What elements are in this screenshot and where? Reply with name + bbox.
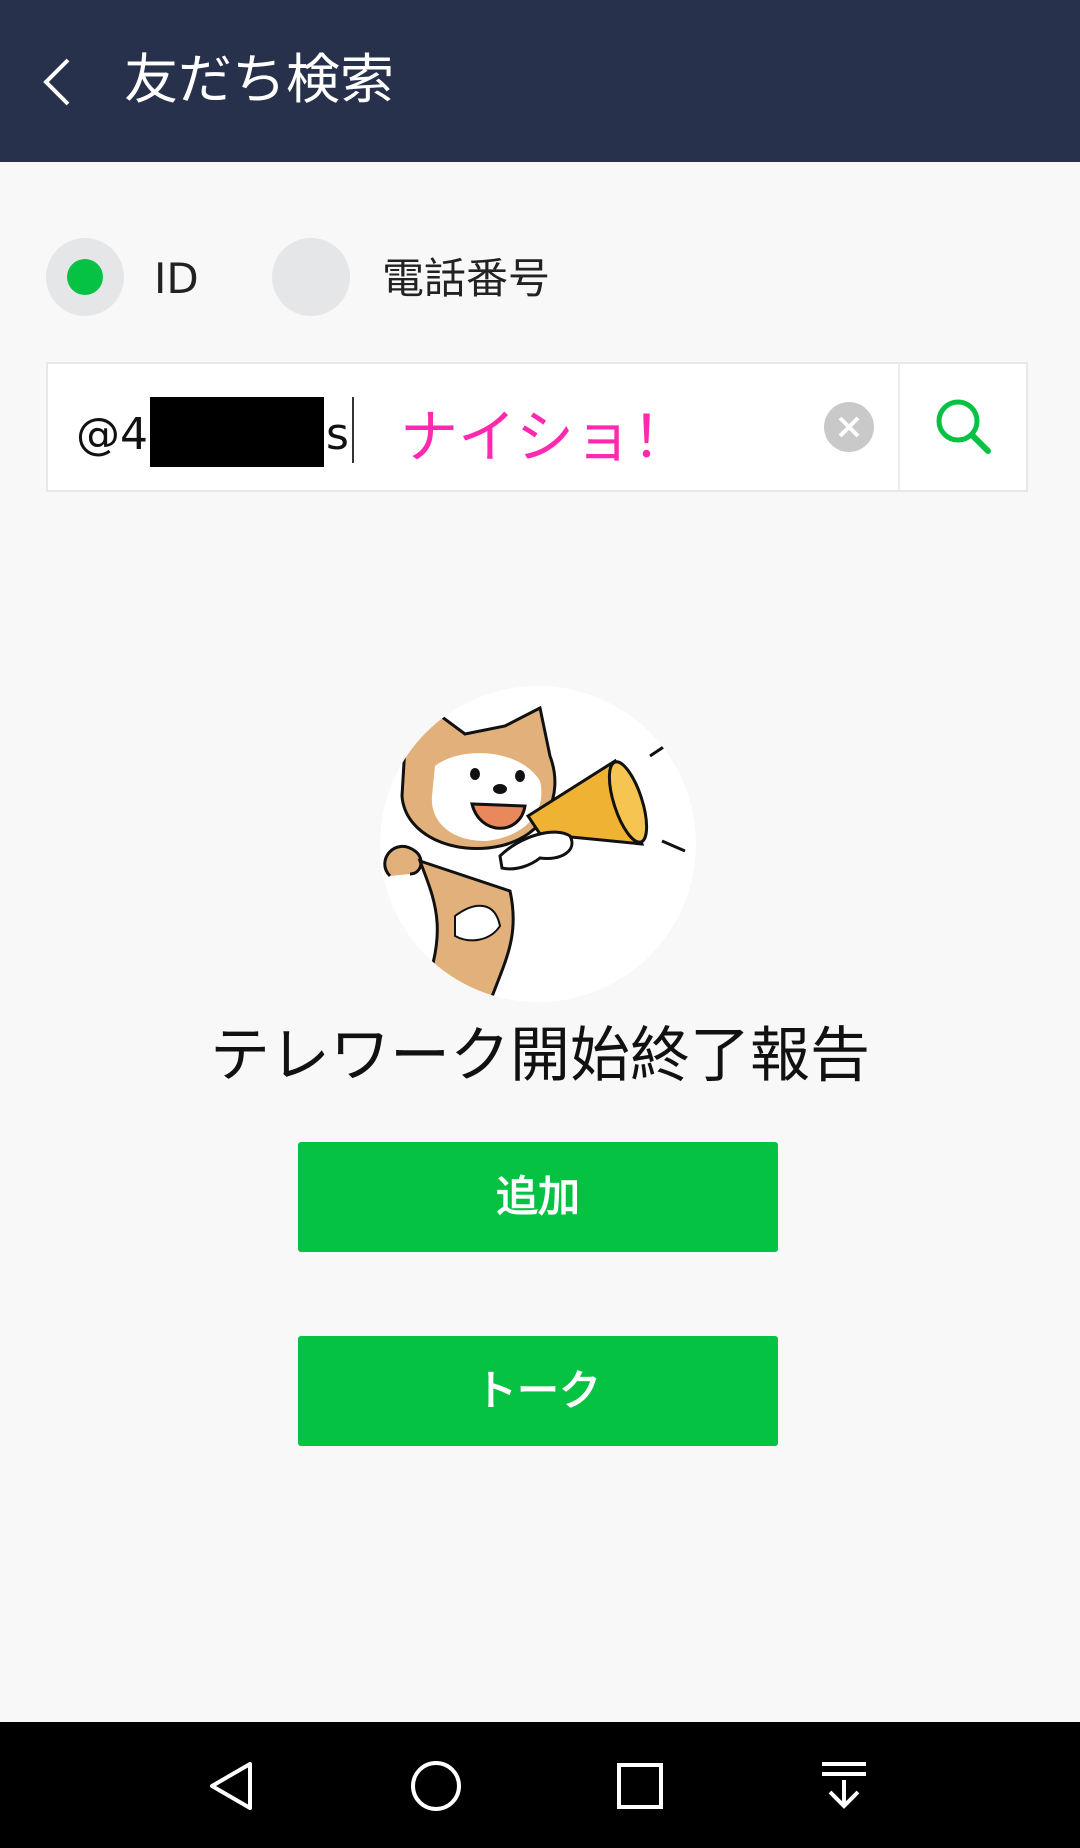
back-arrow-icon[interactable] bbox=[38, 52, 78, 112]
page-title: 友だち検索 bbox=[124, 48, 394, 111]
radio-phone-number-label[interactable]: 電話番号 bbox=[382, 249, 550, 309]
notification-pull-down-icon[interactable] bbox=[816, 1758, 872, 1814]
search-input-suffix: s bbox=[326, 409, 349, 460]
search-input-prefix: @4 bbox=[76, 409, 148, 460]
recents-square-icon[interactable] bbox=[612, 1758, 668, 1814]
search-button[interactable] bbox=[900, 364, 1028, 490]
add-friend-button[interactable]: 追加 bbox=[298, 1142, 778, 1252]
radio-phone-number[interactable] bbox=[272, 238, 350, 316]
search-box: @4 s ナイショ！ bbox=[46, 362, 1028, 492]
account-name: テレワーク開始終了報告 bbox=[210, 1021, 870, 1091]
talk-button[interactable]: トーク bbox=[298, 1336, 778, 1446]
radio-id-label[interactable]: ID bbox=[154, 249, 199, 309]
shiba-dog-megaphone-icon bbox=[380, 686, 696, 1002]
top-app-bar: 友だち検索 bbox=[0, 0, 1080, 162]
home-circle-icon[interactable] bbox=[408, 1758, 464, 1814]
search-icon bbox=[936, 399, 991, 454]
radio-id[interactable] bbox=[46, 238, 124, 316]
system-navigation-bar bbox=[0, 1722, 1080, 1848]
search-input[interactable]: @4 s bbox=[76, 397, 354, 467]
radio-selected-dot bbox=[67, 259, 103, 295]
secret-annotation: ナイショ！ bbox=[400, 403, 691, 471]
clear-icon[interactable] bbox=[824, 402, 874, 452]
redaction-block bbox=[150, 397, 324, 467]
back-triangle-icon[interactable] bbox=[204, 1758, 260, 1814]
text-cursor bbox=[351, 397, 354, 463]
